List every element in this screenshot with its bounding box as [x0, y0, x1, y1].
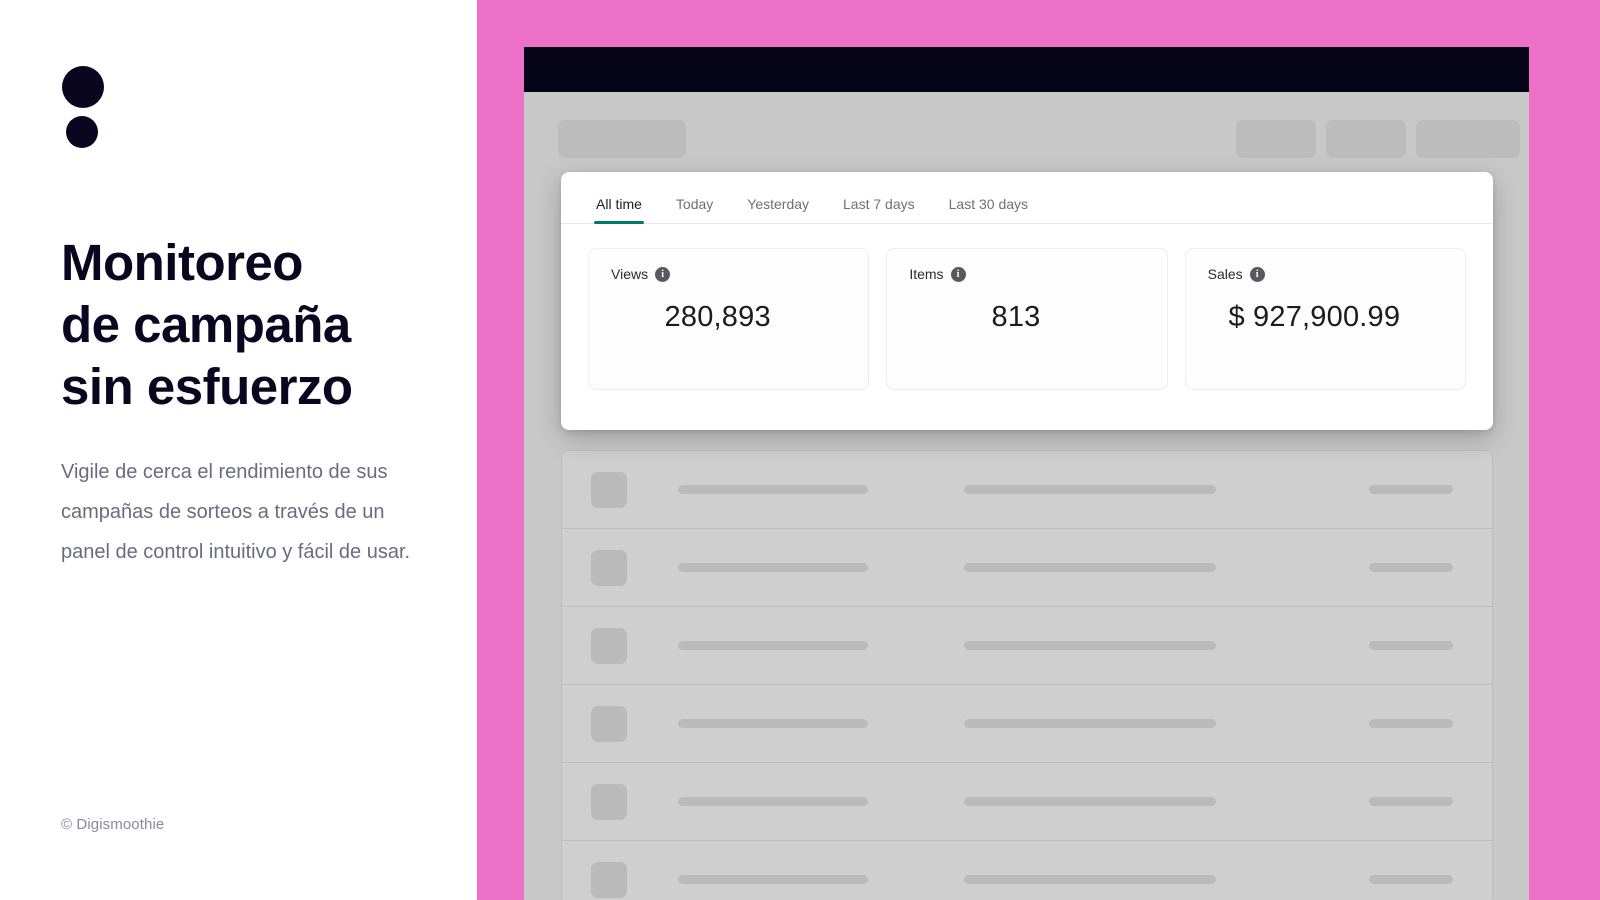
row-meta-placeholder: [1369, 797, 1453, 806]
stat-card-value: $ 927,900.99: [1228, 301, 1401, 333]
row-primary-text-placeholder: [678, 563, 868, 572]
row-meta-placeholder: [1369, 641, 1453, 650]
toolbar-action-placeholder-1[interactable]: [1236, 120, 1316, 158]
tab-all-time[interactable]: All time: [579, 197, 659, 224]
headline-line-1: Monitoreo: [61, 234, 303, 291]
row-secondary-text-placeholder: [964, 563, 1216, 572]
row-primary-text-placeholder: [678, 875, 868, 884]
stat-card-value: 280,893: [664, 301, 771, 333]
row-thumbnail-placeholder: [591, 783, 627, 820]
toolbar-action-placeholder-3[interactable]: [1416, 120, 1520, 158]
stats-panel: All time Today Yesterday Last 7 days Las…: [561, 172, 1493, 430]
page-title: Monitoreo de campaña sin esfuerzo: [61, 232, 441, 418]
stat-card-header: Sales i: [1208, 266, 1443, 282]
tab-today[interactable]: Today: [659, 197, 730, 223]
row-secondary-text-placeholder: [964, 485, 1216, 494]
stat-card-items: Items i 813: [886, 248, 1168, 390]
logo-dot-large-icon: [62, 66, 104, 108]
row-secondary-text-placeholder: [964, 719, 1216, 728]
row-primary-text-placeholder: [678, 719, 868, 728]
row-secondary-text-placeholder: [964, 797, 1216, 806]
stat-card-header: Items i: [909, 266, 1144, 282]
logo-dot-small-icon: [66, 116, 98, 148]
digismoothie-dots-logo: [62, 66, 108, 148]
row-thumbnail-placeholder: [591, 861, 627, 898]
table-row[interactable]: [562, 763, 1492, 841]
copyright-footer: © Digismoothie: [61, 816, 165, 833]
info-icon[interactable]: i: [1249, 266, 1265, 282]
row-primary-text-placeholder: [678, 485, 868, 494]
row-primary-text-placeholder: [678, 797, 868, 806]
table-row[interactable]: [562, 841, 1492, 900]
left-content-panel: Monitoreo de campaña sin esfuerzo Vigile…: [0, 0, 477, 900]
row-meta-placeholder: [1369, 875, 1453, 884]
row-primary-text-placeholder: [678, 641, 868, 650]
table-row[interactable]: [562, 685, 1492, 763]
tab-last-7-days[interactable]: Last 7 days: [826, 197, 932, 223]
row-thumbnail-placeholder: [591, 471, 627, 508]
entries-list-skeleton: [561, 450, 1493, 900]
stat-card-label: Items: [909, 266, 944, 282]
app-topbar: [524, 47, 1529, 92]
row-thumbnail-placeholder: [591, 627, 627, 664]
toolbar-title-placeholder: [558, 120, 686, 158]
row-meta-placeholder: [1369, 563, 1453, 572]
promo-slide: Monitoreo de campaña sin esfuerzo Vigile…: [0, 0, 1600, 900]
stat-card-label: Views: [611, 266, 649, 282]
row-secondary-text-placeholder: [964, 875, 1216, 884]
stat-card-sales: Sales i $ 927,900.99: [1184, 248, 1466, 390]
stat-card-value: 813: [991, 301, 1041, 333]
stat-card-views: Views i 280,893: [588, 248, 870, 390]
row-secondary-text-placeholder: [964, 641, 1216, 650]
dashboard-mockup: All time Today Yesterday Last 7 days Las…: [524, 47, 1529, 900]
headline-line-3: sin esfuerzo: [61, 358, 353, 415]
table-row[interactable]: [562, 451, 1492, 529]
info-icon[interactable]: i: [655, 266, 671, 282]
info-icon[interactable]: i: [950, 266, 966, 282]
hero-subcopy: Vigile de cerca el rendimiento de sus ca…: [61, 461, 411, 563]
stat-card-header: Views i: [611, 266, 846, 282]
row-meta-placeholder: [1369, 719, 1453, 728]
stat-card-row: Views i 280,893 Items i 813 Sales i $ 92…: [561, 224, 1493, 390]
toolbar-action-placeholder-2[interactable]: [1326, 120, 1406, 158]
headline-line-2: de campaña: [61, 296, 351, 353]
row-meta-placeholder: [1369, 485, 1453, 494]
row-thumbnail-placeholder: [591, 549, 627, 586]
tab-yesterday[interactable]: Yesterday: [730, 197, 826, 223]
stat-card-label: Sales: [1207, 266, 1243, 282]
row-thumbnail-placeholder: [591, 705, 627, 742]
tab-last-30-days[interactable]: Last 30 days: [932, 197, 1045, 223]
date-range-tabs: All time Today Yesterday Last 7 days Las…: [561, 172, 1493, 224]
table-row[interactable]: [562, 607, 1492, 685]
pink-background-panel: All time Today Yesterday Last 7 days Las…: [477, 0, 1600, 900]
table-row[interactable]: [562, 529, 1492, 607]
